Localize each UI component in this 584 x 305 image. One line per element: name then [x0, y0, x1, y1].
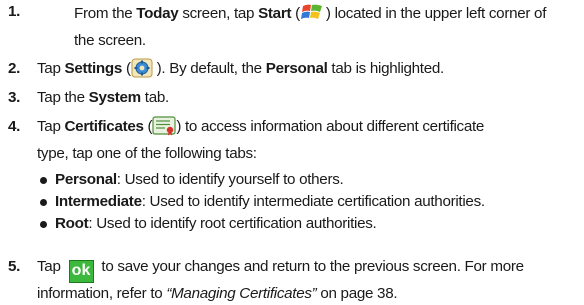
today-label: Today — [136, 5, 179, 22]
windows-start-icon — [300, 1, 326, 30]
step-number: 4. — [8, 118, 21, 135]
settings-gear-icon — [131, 58, 153, 85]
step-1: 1. From the Today screen, tap Start () l… — [8, 1, 547, 49]
list-item: Personal: Used to identify yourself to o… — [0, 169, 584, 191]
settings-label: Settings — [64, 60, 123, 77]
bullet-dot — [40, 221, 47, 228]
certificates-label: Certificates — [64, 118, 144, 135]
step-3: 3. Tap the System tab. — [0, 87, 584, 109]
start-label: Start — [258, 5, 292, 22]
step-number: 1. — [8, 3, 21, 20]
system-label: System — [88, 89, 142, 106]
bullet-term: Personal — [55, 171, 117, 188]
bullet-term: Intermediate — [55, 193, 142, 210]
step-4: 4. Tap Certificates () to access informa… — [0, 116, 584, 235]
cross-reference-link[interactable]: “Managing Certificates” — [166, 285, 316, 302]
list-item: Root: Used to identify root certificatio… — [0, 213, 584, 235]
list-item: Intermediate: Used to identify intermedi… — [0, 191, 584, 213]
ok-icon: ok — [68, 260, 94, 283]
bullet-term: Root — [55, 215, 89, 232]
step-number: 5. — [8, 258, 21, 275]
step-number: 2. — [8, 60, 21, 77]
bullet-dot — [40, 177, 47, 184]
step-2: 2. Tap Settings ( ). By default, the Per… — [0, 58, 584, 85]
certificates-icon — [152, 116, 176, 143]
personal-label: Personal — [265, 60, 328, 77]
step-number: 3. — [8, 89, 21, 106]
step-5: 5. Tap ok to save your changes and retur… — [8, 258, 524, 302]
certificate-tabs-list: Personal: Used to identify yourself to o… — [0, 169, 584, 235]
bullet-dot — [40, 199, 47, 206]
